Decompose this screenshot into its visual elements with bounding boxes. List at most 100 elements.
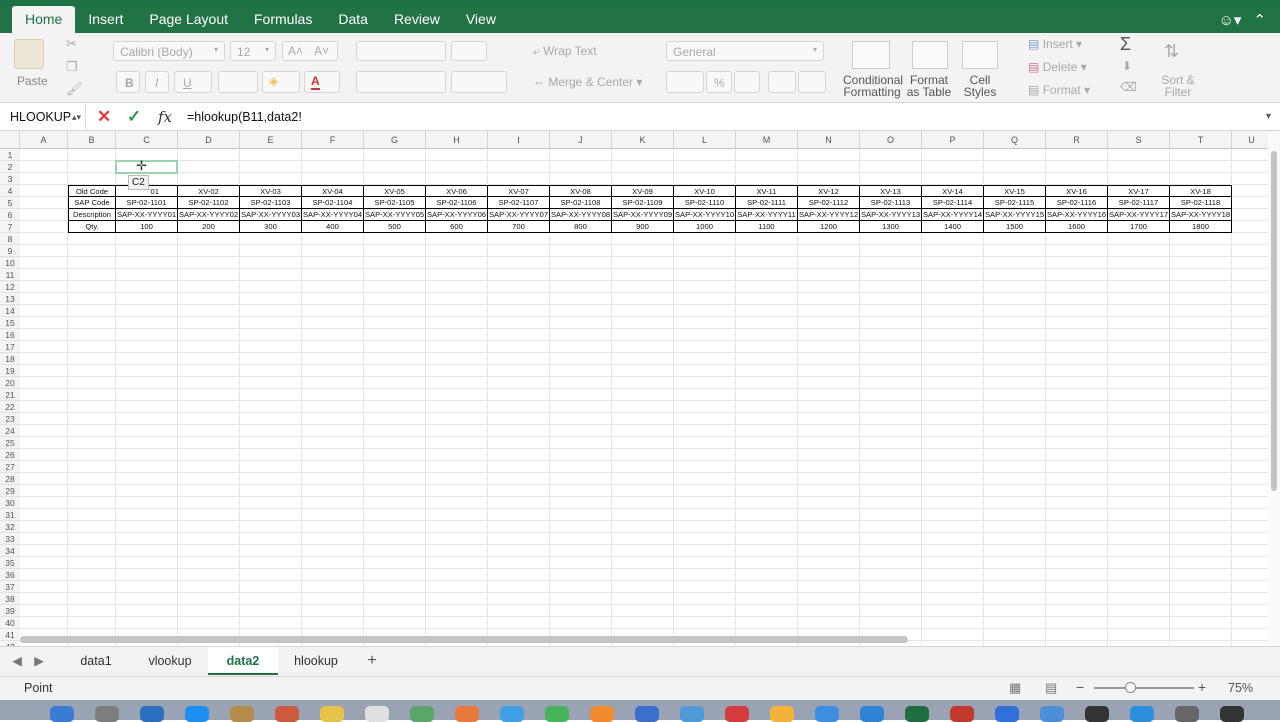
insert-function-icon[interactable]: fx <box>158 103 172 131</box>
column-header-s[interactable]: S <box>1108 131 1170 149</box>
table-cell[interactable]: XV-02 <box>178 185 240 197</box>
table-cell[interactable]: XV-06 <box>426 185 488 197</box>
table-cell[interactable]: SAP-XX-YYYY06 <box>426 209 488 221</box>
row-header-2[interactable]: 2 <box>0 161 20 173</box>
table-cell[interactable]: XV-18 <box>1170 185 1232 197</box>
row-header-41[interactable]: 41 <box>0 629 20 641</box>
format-as-table-button[interactable]: Format as Table <box>906 74 952 98</box>
table-cell[interactable]: 800 <box>550 221 612 233</box>
orientation-button[interactable] <box>451 41 487 61</box>
vertical-scrollbar[interactable] <box>1268 131 1280 646</box>
vertical-scroll-thumb[interactable] <box>1271 151 1277 491</box>
column-header-a[interactable]: A <box>20 131 68 149</box>
table-cell[interactable]: SP-02-1105 <box>364 197 426 209</box>
row-header-35[interactable]: 35 <box>0 557 20 569</box>
row-header-10[interactable]: 10 <box>0 257 20 269</box>
column-header-c[interactable]: C <box>116 131 178 149</box>
decrease-font-icon[interactable]: A˅ <box>314 44 329 58</box>
sort-filter-button[interactable]: Sort & Filter <box>1152 74 1204 98</box>
formula-input[interactable]: =hlookup(B11,data2! <box>187 103 302 131</box>
row-header-18[interactable]: 18 <box>0 353 20 365</box>
sort-filter-icon[interactable]: ⇅ <box>1164 41 1179 62</box>
column-header-g[interactable]: G <box>364 131 426 149</box>
table-cell[interactable]: XV-04 <box>302 185 364 197</box>
row-header-20[interactable]: 20 <box>0 377 20 389</box>
row-header-6[interactable]: 6 <box>0 209 20 221</box>
merge-center-button[interactable]: ⇔ Merge & Center ▾ <box>533 75 642 89</box>
table-cell[interactable]: 1500 <box>984 221 1046 233</box>
table-cell[interactable]: SP-02-1103 <box>240 197 302 209</box>
row-header-32[interactable]: 32 <box>0 521 20 533</box>
enter-formula-icon[interactable]: ✓ <box>127 103 141 131</box>
table-cell[interactable]: XV-10 <box>674 185 736 197</box>
row-header-17[interactable]: 17 <box>0 341 20 353</box>
table-cell[interactable]: SAP-XX-YYYY08 <box>550 209 612 221</box>
row-header-25[interactable]: 25 <box>0 437 20 449</box>
row-header-15[interactable]: 15 <box>0 317 20 329</box>
table-cell[interactable]: SAP-XX-YYYY02 <box>178 209 240 221</box>
table-cell[interactable]: 1400 <box>922 221 984 233</box>
column-header-t[interactable]: T <box>1170 131 1232 149</box>
table-cell[interactable]: XV-17 <box>1108 185 1170 197</box>
ribbon-tab-view[interactable]: View <box>453 6 509 33</box>
ribbon-tab-insert[interactable]: Insert <box>75 6 136 33</box>
row-header-5[interactable]: 5 <box>0 197 20 209</box>
table-cell[interactable]: SAP-XX-YYYY04 <box>302 209 364 221</box>
clear-icon[interactable]: ⌫ <box>1120 80 1137 94</box>
italic-button[interactable]: I <box>145 71 169 93</box>
table-cell[interactable]: SP-02-1112 <box>798 197 860 209</box>
table-cell[interactable]: SP-02-1114 <box>922 197 984 209</box>
row-header-1[interactable]: 1 <box>0 149 20 161</box>
table-cell[interactable]: SP-02-1108 <box>550 197 612 209</box>
table-cell[interactable]: 700 <box>488 221 550 233</box>
column-header-k[interactable]: K <box>612 131 674 149</box>
underline-button[interactable]: U <box>174 71 212 93</box>
font-color-button[interactable]: A <box>304 71 340 93</box>
row-header-33[interactable]: 33 <box>0 533 20 545</box>
fill-icon[interactable]: ⬇ <box>1122 59 1132 73</box>
format-painter-icon[interactable]: 🖌 <box>66 81 83 97</box>
increase-font-icon[interactable]: A˄ <box>288 44 303 58</box>
row-header-39[interactable]: 39 <box>0 605 20 617</box>
indent-buttons[interactable] <box>451 71 507 93</box>
name-box[interactable]: HLOOKUP ▴▾ <box>0 103 86 131</box>
row-header-22[interactable]: 22 <box>0 401 20 413</box>
increase-decimal-button[interactable] <box>768 71 796 93</box>
table-cell[interactable]: SAP-XX-YYYY01 <box>116 209 178 221</box>
table-cell[interactable]: SP-02-1113 <box>860 197 922 209</box>
row-header-34[interactable]: 34 <box>0 545 20 557</box>
column-header-j[interactable]: J <box>550 131 612 149</box>
row-header-23[interactable]: 23 <box>0 413 20 425</box>
row-header-19[interactable]: 19 <box>0 365 20 377</box>
table-cell[interactable]: SAP-XX-YYYY18 <box>1170 209 1232 221</box>
row-header-12[interactable]: 12 <box>0 281 20 293</box>
conditional-formatting-icon[interactable] <box>852 41 890 69</box>
copy-icon[interactable]: ❐ <box>66 59 78 75</box>
column-header-m[interactable]: M <box>736 131 798 149</box>
table-cell[interactable]: SP-02-1101 <box>116 197 178 209</box>
row-header-28[interactable]: 28 <box>0 473 20 485</box>
column-header-u[interactable]: U <box>1232 131 1268 149</box>
ribbon-tab-home[interactable]: Home <box>12 6 76 33</box>
font-name-select[interactable]: Calibri (Body) ▾ <box>113 41 225 61</box>
autosum-icon[interactable]: Σ <box>1120 34 1131 55</box>
format-as-table-icon[interactable] <box>912 41 948 69</box>
expand-formula-bar-icon[interactable]: ▾ <box>1266 103 1271 131</box>
table-cell[interactable]: SAP-XX-YYYY07 <box>488 209 550 221</box>
row-header-7[interactable]: 7 <box>0 221 20 233</box>
row-header-8[interactable]: 8 <box>0 233 20 245</box>
table-cell[interactable]: XV-15 <box>984 185 1046 197</box>
table-cell[interactable]: 1300 <box>860 221 922 233</box>
vertical-align-buttons[interactable] <box>356 41 446 61</box>
row-header-27[interactable]: 27 <box>0 461 20 473</box>
table-cell[interactable]: 1200 <box>798 221 860 233</box>
column-header-b[interactable]: B <box>68 131 116 149</box>
borders-button[interactable] <box>218 71 258 93</box>
number-format-select[interactable]: General ▾ <box>666 41 824 61</box>
comma-style-button[interactable] <box>734 71 760 93</box>
table-cell[interactable]: 100 <box>116 221 178 233</box>
horizontal-align-buttons[interactable] <box>356 71 446 93</box>
zoom-slider[interactable] <box>1094 687 1194 689</box>
column-header-r[interactable]: R <box>1046 131 1108 149</box>
bold-button[interactable]: B <box>116 71 140 93</box>
